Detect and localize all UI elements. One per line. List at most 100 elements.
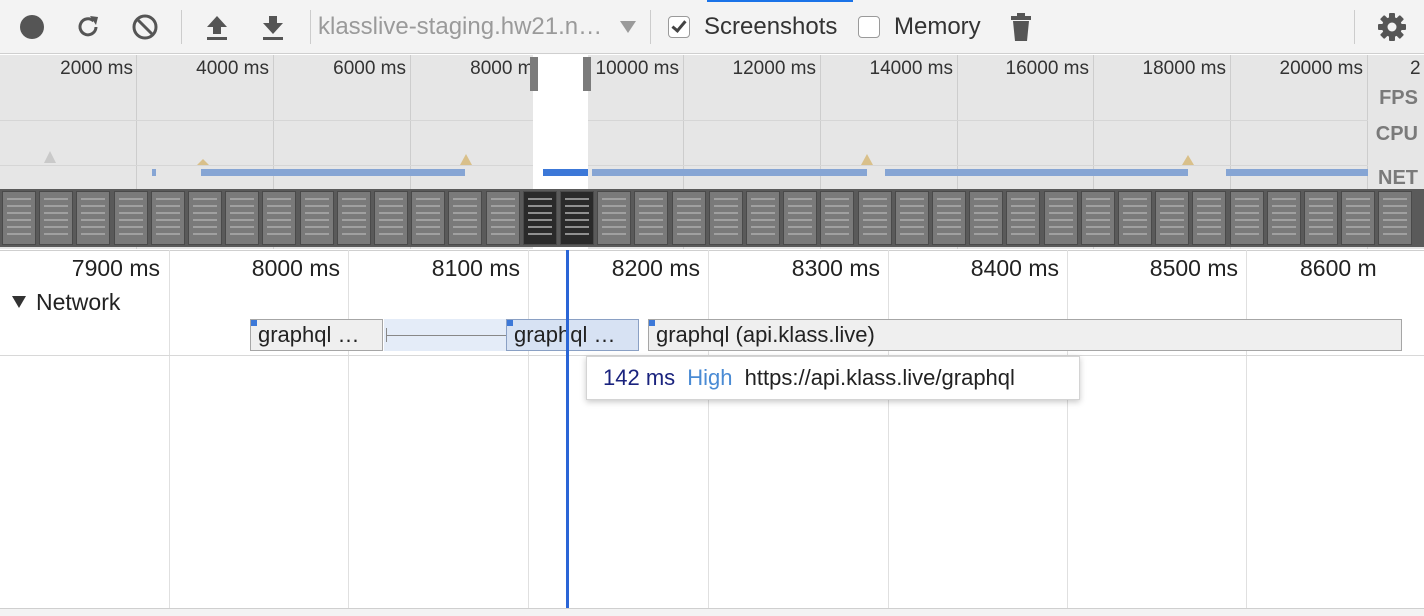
clear-button[interactable] (127, 8, 163, 46)
network-request-bar[interactable]: graphql … (250, 319, 383, 351)
timeline-overview[interactable]: 2000 ms 4000 ms 6000 ms 8000 ms 10000 ms… (0, 55, 1424, 249)
screenshot-thumbnail[interactable] (820, 191, 855, 245)
request-label: graphql (api.klass.live) (656, 322, 875, 347)
screenshot-thumbnail[interactable] (1080, 191, 1115, 245)
capture-settings-button[interactable] (1374, 8, 1410, 46)
overview-tick: 2000 ms (60, 58, 133, 79)
tooltip-url: https://api.klass.live/graphql (744, 365, 1015, 390)
timeline-toolbar: klasslive-staging.hw21.n… Screenshots Me… (0, 0, 1424, 54)
overview-tick: 4000 ms (196, 58, 269, 79)
request-priority-marker (649, 320, 655, 326)
recording-select-value: klasslive-staging.hw21.n… (318, 13, 603, 40)
recording-select[interactable]: klasslive-staging.hw21.n… (318, 0, 640, 54)
timeline-grid-line (1067, 250, 1068, 608)
screenshot-thumbnail[interactable] (746, 191, 780, 245)
screenshot-thumbnail[interactable] (150, 191, 185, 245)
timeline-grid-line (169, 250, 170, 608)
fps-lane-label: FPS (1379, 87, 1418, 109)
cpu-lane-label: CPU (1375, 123, 1418, 145)
screenshot-thumbnail[interactable] (783, 191, 818, 245)
screenshot-thumbnail[interactable] (1006, 191, 1041, 245)
screenshot-thumbnail[interactable] (1378, 191, 1413, 245)
screenshot-thumbnail[interactable] (857, 191, 892, 245)
screenshot-thumbnail[interactable] (560, 191, 594, 245)
request-priority-marker (251, 320, 257, 326)
overview-tick: 6000 ms (333, 58, 406, 79)
download-icon (263, 16, 283, 40)
network-track-header[interactable]: Network (12, 288, 120, 316)
timeline-grid-line (888, 250, 889, 608)
net-activity-bar (885, 169, 1188, 176)
screenshot-thumbnail[interactable] (1229, 191, 1264, 245)
request-priority-marker (507, 320, 513, 326)
screenshot-thumbnail[interactable] (597, 191, 632, 245)
ruler-tick: 7900 ms (71, 255, 160, 281)
screenshot-thumbnail[interactable] (708, 191, 743, 245)
screenshot-thumbnail[interactable] (1341, 191, 1376, 245)
screenshot-thumbnail[interactable] (262, 191, 297, 245)
screenshot-thumbnail[interactable] (113, 191, 148, 245)
request-label: graphql … (258, 322, 360, 347)
cpu-activity (861, 154, 873, 165)
reload-icon (78, 16, 98, 37)
network-request-bar[interactable]: graphql … (506, 319, 639, 351)
screenshot-thumbnail[interactable] (485, 191, 520, 245)
toolbar-divider (650, 10, 651, 44)
screenshots-checkbox[interactable] (668, 16, 690, 38)
overview-tick: 20000 ms (1279, 58, 1363, 79)
save-profile-button[interactable] (255, 8, 291, 46)
request-label: graphql … (514, 322, 616, 347)
reload-button[interactable] (70, 8, 106, 46)
memory-label[interactable]: Memory (894, 0, 981, 54)
cpu-activity (460, 154, 472, 165)
collapse-triangle-icon (12, 296, 26, 308)
screenshot-thumbnail[interactable] (336, 191, 371, 245)
timeline-grid-line (528, 250, 529, 608)
screenshot-filmstrip (0, 189, 1424, 247)
selection-right-handle[interactable] (583, 57, 591, 91)
memory-checkbox[interactable] (858, 16, 880, 38)
screenshot-thumbnail[interactable] (1266, 191, 1301, 245)
ruler-tick: 8600 m (1300, 255, 1377, 281)
network-request-bar[interactable]: graphql (api.klass.live) (648, 319, 1402, 351)
screenshot-thumbnail[interactable] (76, 191, 111, 245)
ruler-tick: 8200 ms (611, 255, 700, 281)
net-activity-bar (543, 169, 588, 176)
screenshot-thumbnail[interactable] (1192, 191, 1227, 245)
screenshot-thumbnail[interactable] (374, 191, 408, 245)
screenshot-thumbnail[interactable] (39, 191, 74, 245)
screenshot-thumbnail[interactable] (634, 191, 669, 245)
ruler-tick: 8400 ms (970, 255, 1059, 281)
screenshot-thumbnail[interactable] (671, 191, 706, 245)
screenshot-thumbnail[interactable] (2, 191, 36, 245)
screenshot-thumbnail[interactable] (969, 191, 1004, 245)
screenshot-thumbnail[interactable] (522, 191, 557, 245)
timeline-grid-line (348, 250, 349, 608)
screenshot-thumbnail[interactable] (299, 191, 334, 245)
panel-resize-bar[interactable] (0, 608, 1424, 616)
overview-tick: 10000 ms (595, 58, 679, 79)
screenshot-thumbnail[interactable] (932, 191, 966, 245)
screenshot-thumbnail[interactable] (411, 191, 446, 245)
overview-tick: 2 (1410, 58, 1421, 79)
screenshots-label[interactable]: Screenshots (704, 0, 837, 54)
screenshot-thumbnail[interactable] (1043, 191, 1078, 245)
screenshot-thumbnail[interactable] (448, 191, 483, 245)
collect-garbage-button[interactable] (1003, 8, 1039, 46)
screenshot-thumbnail[interactable] (894, 191, 929, 245)
screenshot-thumbnail[interactable] (1304, 191, 1338, 245)
ruler-tick: 8000 ms (251, 255, 340, 281)
selection-left-handle[interactable] (530, 57, 538, 91)
screenshot-thumbnail[interactable] (225, 191, 260, 245)
screenshot-thumbnail[interactable] (1118, 191, 1152, 245)
tooltip-priority: High (687, 365, 733, 390)
screenshot-thumbnail[interactable] (1155, 191, 1190, 245)
screenshot-thumbnail[interactable] (188, 191, 222, 245)
toolbar-divider (1354, 10, 1355, 44)
load-profile-button[interactable] (199, 8, 235, 46)
lane-divider (0, 165, 1368, 166)
tooltip-duration: 142 ms (603, 365, 676, 390)
record-button[interactable] (14, 8, 50, 46)
lane-divider (0, 120, 1368, 121)
timeline-cursor (566, 250, 569, 610)
